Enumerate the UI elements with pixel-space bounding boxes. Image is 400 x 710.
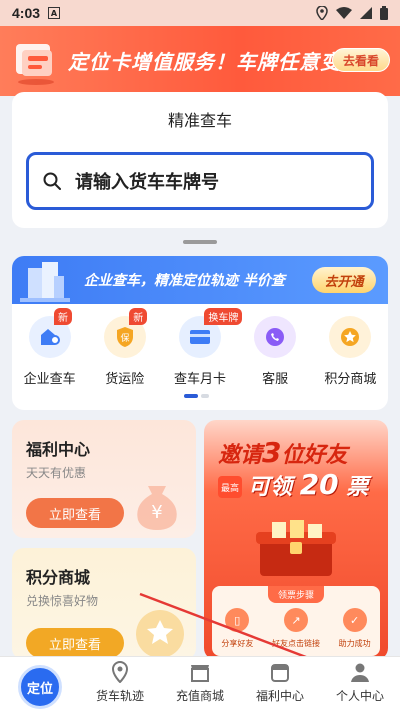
promo-text: 企业查车，精准定位轨迹 半价查 <box>84 273 285 289</box>
step-click-link: ↗ 好友点击链接 <box>272 608 320 649</box>
location-card-icon <box>16 44 54 85</box>
service-label: 查车月卡 <box>173 372 226 387</box>
service-enterprise-locate[interactable]: 新 企业查车 <box>12 308 87 387</box>
search-icon <box>43 172 61 190</box>
mall-title: 积分商城 <box>26 568 91 587</box>
go-see-button[interactable]: 去看看 <box>332 48 390 72</box>
points-mall-card[interactable]: 积分商城 兑换惊喜好物 立即查看 <box>12 548 196 660</box>
invite-reward: 可领 20 票 <box>248 468 369 501</box>
wifi-icon <box>336 7 352 19</box>
mall-subtitle: 兑换惊喜好物 <box>26 594 99 608</box>
service-monthly-card[interactable]: 换车牌 查车月卡 <box>162 308 243 387</box>
status-icons <box>316 6 388 20</box>
enterprise-promo-banner[interactable]: 企业查车，精准定位轨迹 半价查 去开通 <box>12 256 388 304</box>
drag-handle[interactable] <box>183 240 217 244</box>
new-badge: 新 <box>129 308 148 325</box>
service-label: 客服 <box>262 372 289 387</box>
service-label: 企业查车 <box>23 372 76 387</box>
points-mall-icon <box>329 316 372 358</box>
welfare-center-card[interactable]: 福利中心 天天有优惠 立即查看 ¥ <box>12 420 196 538</box>
svg-text:保: 保 <box>120 332 129 344</box>
service-points-mall[interactable]: 积分商城 <box>313 316 388 387</box>
signal-icon <box>360 7 372 19</box>
handshake-icon: ✓ <box>342 608 367 632</box>
nav-profile[interactable]: 个人中心 <box>322 661 398 704</box>
link-icon: ↗ <box>283 608 308 632</box>
service-card: 企业查车，精准定位轨迹 半价查 去开通 新 企业查车 新 保 货运险 换车牌 查… <box>12 256 388 410</box>
search-card-title: 精准查车 <box>167 111 232 130</box>
clock: 4:03 <box>12 5 41 21</box>
treasure-box-icon <box>256 520 336 576</box>
bottom-nav: 定位 货车轨迹 充值商城 福利中心 个人中心 <box>0 656 400 710</box>
service-label: 积分商城 <box>324 372 377 387</box>
invite-friends-card[interactable]: 邀请3位好友 最高 可领 20 票 领票步骤 ▯ 分享好友 ↗ 好友点击链接 ✓… <box>204 420 388 660</box>
welfare-subtitle: 天天有优惠 <box>26 466 87 480</box>
banner-text: 定位卡增值服务！车牌任意变！ <box>68 50 362 74</box>
money-bag-icon: ¥ <box>137 486 177 530</box>
nav-welfare-center[interactable]: 福利中心 <box>242 661 318 704</box>
activate-button[interactable]: 去开通 <box>312 267 376 293</box>
page-dot-active <box>184 394 198 398</box>
location-icon <box>316 6 328 20</box>
max-tag: 最高 <box>218 476 242 498</box>
mall-view-button[interactable]: 立即查看 <box>26 628 124 658</box>
store-icon <box>191 665 209 682</box>
customer-service-icon <box>254 316 297 358</box>
service-freight-insurance[interactable]: 新 保 货运险 <box>87 308 162 387</box>
welfare-view-button[interactable]: 立即查看 <box>26 498 124 528</box>
top-promo-banner[interactable]: 定位卡增值服务！车牌任意变！ 去看看 <box>0 26 400 96</box>
service-label: 货运险 <box>105 372 145 387</box>
locate-button[interactable]: 定位 <box>18 665 62 709</box>
welfare-title: 福利中心 <box>26 440 91 459</box>
nav-truck-track[interactable]: 货车轨迹 <box>82 661 158 704</box>
page-dot <box>201 394 209 398</box>
user-icon <box>351 663 369 682</box>
step-share: ▯ 分享好友 <box>221 608 253 649</box>
services-row: 新 企业查车 新 保 货运险 换车牌 查车月卡 客服 积分商城 <box>12 308 388 387</box>
precise-search-card: 精准查车 请输入货车车牌号 <box>12 92 388 228</box>
battery-icon <box>380 6 388 20</box>
reward-steps: 领票步骤 ▯ 分享好友 ↗ 好友点击链接 ✓ 助力成功 <box>212 586 380 656</box>
invite-headline: 邀请3位好友 <box>218 436 348 469</box>
page-indicator <box>184 394 209 398</box>
new-badge: 新 <box>54 308 72 325</box>
gift-icon <box>271 664 289 682</box>
service-customer-service[interactable]: 客服 <box>238 316 313 387</box>
step-success: ✓ 助力成功 <box>339 608 371 649</box>
status-bar: 4:03 A <box>0 0 400 26</box>
building-icon <box>20 262 70 302</box>
search-placeholder: 请输入货车车牌号 <box>75 172 219 193</box>
nav-recharge-mall[interactable]: 充值商城 <box>162 661 238 704</box>
star-coin-icon <box>136 610 184 658</box>
svg-text:¥: ¥ <box>151 502 162 523</box>
plate-search-input[interactable]: 请输入货车车牌号 <box>26 152 374 210</box>
phone-icon: ▯ <box>225 608 250 632</box>
steps-title: 领票步骤 <box>267 586 325 603</box>
notification-icon: A <box>48 7 61 19</box>
map-pin-icon <box>111 661 129 683</box>
